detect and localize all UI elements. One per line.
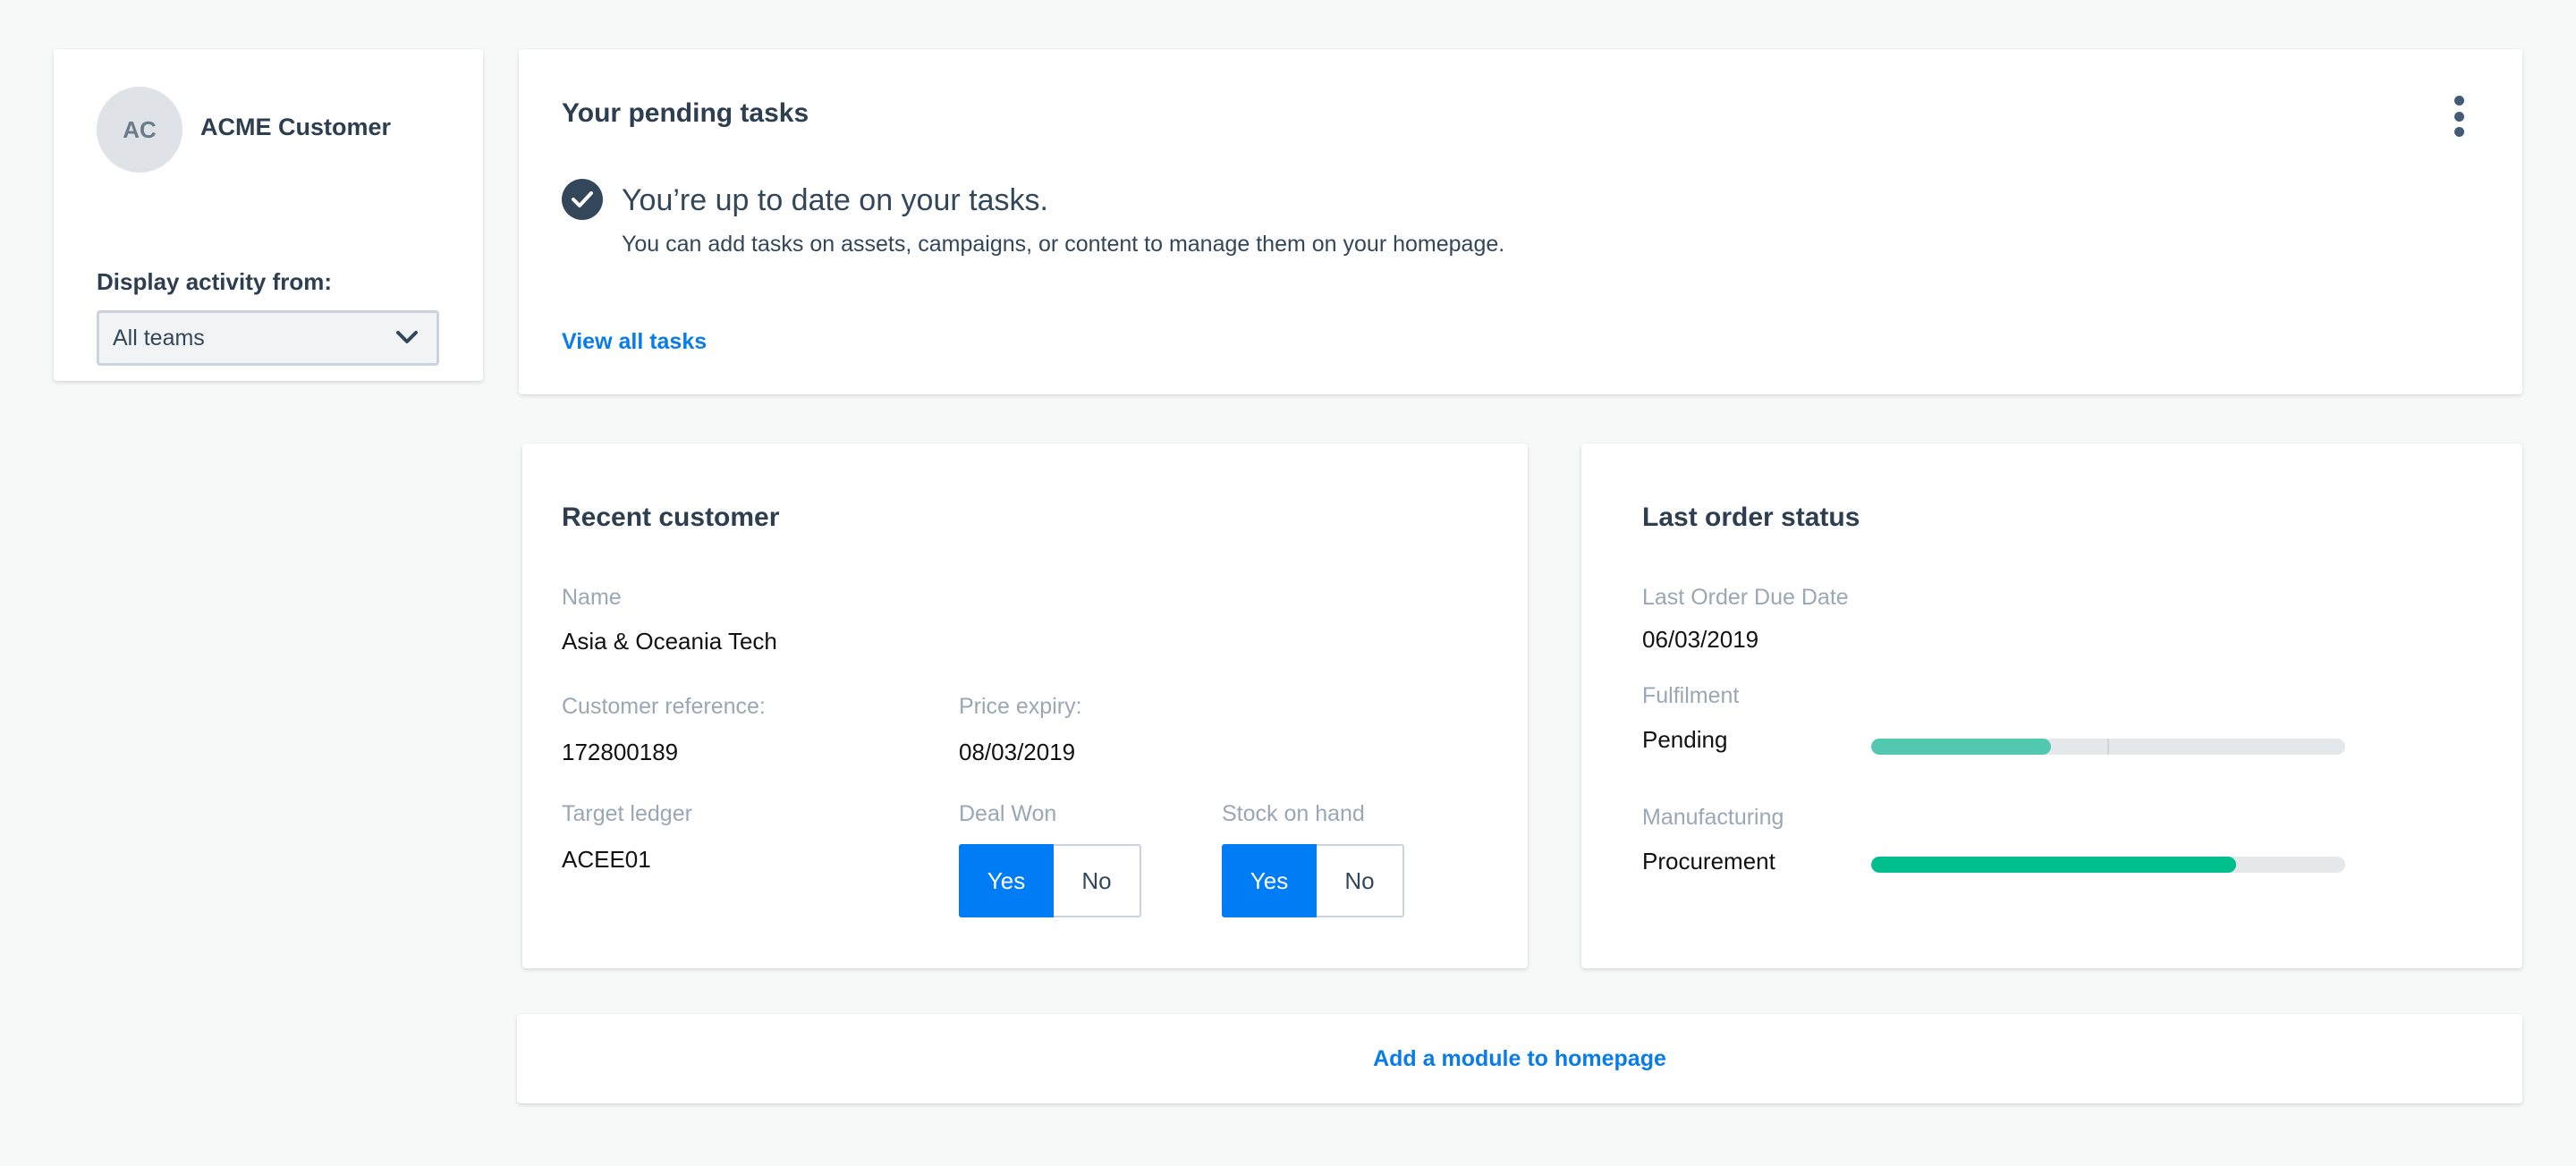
- avatar[interactable]: AC: [97, 87, 182, 173]
- team-filter-select[interactable]: All teams: [97, 310, 439, 366]
- price-expiry-label: Price expiry:: [959, 694, 1082, 719]
- check-circle-icon: [562, 179, 603, 220]
- manufacturing-status: Procurement: [1642, 848, 1775, 874]
- manufacturing-label: Manufacturing: [1642, 805, 1784, 830]
- profile-card: AC ACME Customer Display activity from: …: [54, 49, 483, 381]
- recent-customer-title: Recent customer: [562, 503, 780, 532]
- deal-won-yes-button[interactable]: Yes: [959, 844, 1054, 917]
- pending-tasks-card: Your pending tasks You’re up to date on …: [519, 49, 2522, 394]
- fulfilment-label: Fulfilment: [1642, 683, 1740, 708]
- stock-on-hand-toggle: Yes No: [1222, 844, 1404, 917]
- recent-customer-card: Recent customer Name Asia & Oceania Tech…: [522, 444, 1528, 968]
- view-all-tasks-link[interactable]: View all tasks: [562, 329, 707, 355]
- deal-won-label: Deal Won: [959, 801, 1057, 826]
- fulfilment-status: Pending: [1642, 726, 1728, 753]
- target-ledger-label: Target ledger: [562, 801, 692, 826]
- add-module-card: Add a module to homepage: [517, 1014, 2522, 1103]
- team-filter-value: All teams: [113, 325, 205, 351]
- manufacturing-progress-bar: [1871, 857, 2345, 873]
- pending-tasks-title: Your pending tasks: [562, 98, 809, 128]
- customer-reference-value: 172800189: [562, 739, 679, 765]
- progress-midpoint-tick: [2107, 739, 2109, 755]
- customer-reference-label: Customer reference:: [562, 694, 766, 719]
- chevron-down-icon: [396, 331, 418, 343]
- fulfilment-progress-fill: [1871, 739, 2052, 755]
- activity-filter-label: Display activity from:: [97, 268, 332, 295]
- target-ledger-value: ACEE01: [562, 846, 651, 873]
- deal-won-toggle: Yes No: [959, 844, 1141, 917]
- last-order-status-title: Last order status: [1642, 503, 1860, 532]
- customer-name-value: Asia & Oceania Tech: [562, 628, 777, 655]
- fulfilment-progress-bar: [1871, 739, 2345, 755]
- manufacturing-progress-fill: [1871, 857, 2237, 873]
- add-module-link[interactable]: Add a module to homepage: [1373, 1046, 1666, 1072]
- deal-won-no-button[interactable]: No: [1054, 844, 1141, 917]
- tasks-status-detail: You can add tasks on assets, campaigns, …: [622, 232, 1505, 257]
- more-options-icon[interactable]: [2453, 96, 2465, 137]
- stock-no-button[interactable]: No: [1317, 844, 1404, 917]
- last-order-status-card: Last order status Last Order Due Date 06…: [1581, 444, 2522, 968]
- tasks-status-heading: You’re up to date on your tasks.: [622, 183, 1048, 217]
- stock-on-hand-label: Stock on hand: [1222, 801, 1365, 826]
- stock-yes-button[interactable]: Yes: [1222, 844, 1317, 917]
- price-expiry-value: 08/03/2019: [959, 739, 1076, 765]
- customer-name-label: Name: [562, 585, 622, 610]
- due-date-value: 06/03/2019: [1642, 626, 1759, 653]
- profile-name: ACME Customer: [200, 114, 392, 140]
- due-date-label: Last Order Due Date: [1642, 585, 1849, 610]
